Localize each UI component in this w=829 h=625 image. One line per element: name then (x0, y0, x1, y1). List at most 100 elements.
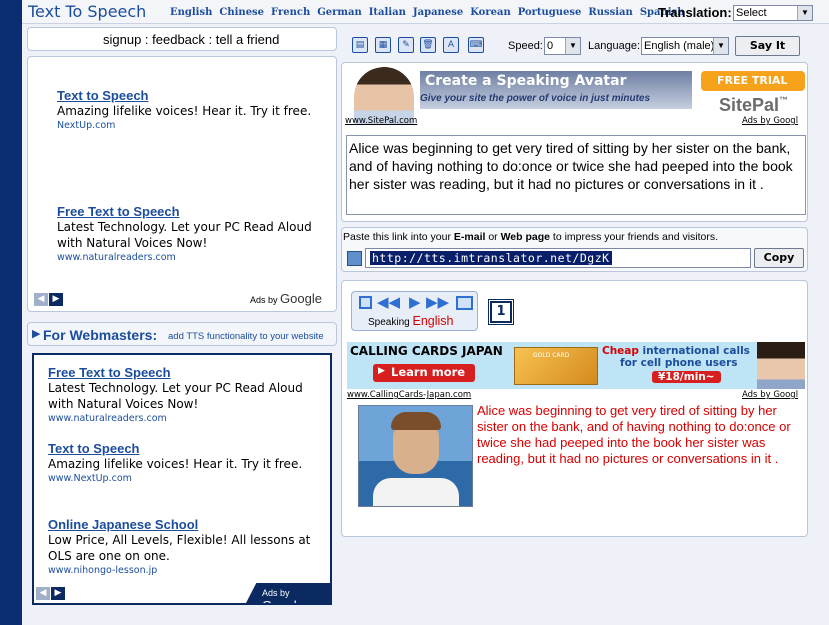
speaking-label-text: Speaking (368, 317, 410, 328)
speed-select[interactable]: 0 ▼ (544, 37, 581, 55)
ads-by-brand: Google (262, 598, 304, 613)
print-icon[interactable]: ▦ (375, 37, 391, 53)
webmasters-title[interactable]: For Webmasters: (43, 327, 157, 343)
next-arrow-icon[interactable]: ▶ (49, 293, 63, 306)
language-label: Language: (588, 40, 640, 52)
top-links[interactable]: signup : feedback : tell a friend (103, 32, 279, 47)
rewind-icon[interactable]: ◀◀ (377, 293, 400, 311)
calling-cards-banner[interactable]: CALLING CARDS JAPAN ▶ Learn more GOLD CA… (347, 342, 805, 389)
ad-title-link[interactable]: Text to Speech (48, 441, 318, 456)
offer-calls: international calls (638, 345, 750, 357)
link-panel: Paste this link into your E-mail or Web … (341, 227, 808, 272)
ad-text: Amazing lifelike voices! Hear it. Try it… (48, 457, 303, 471)
ad-text: Amazing lifelike voices! Hear it. Try it… (57, 104, 312, 118)
clear-icon[interactable]: 🗑 (420, 37, 436, 53)
link-hint-or: or (485, 231, 501, 243)
offer-cheap: Cheap (602, 345, 639, 357)
speed-select-value: 0 (547, 40, 554, 52)
link-hint-email: E-mail (453, 231, 486, 243)
speaking-label: Speaking English (368, 314, 453, 328)
next-arrow-icon[interactable]: ▶ (51, 587, 65, 600)
sitepal-sub: Give your site the power of voice in jus… (420, 93, 651, 104)
say-it-button[interactable]: Say It (735, 36, 800, 56)
learn-more-text: Learn more (391, 365, 466, 379)
ad-url-link[interactable]: www.naturalreaders.com (57, 252, 317, 263)
lang-link-japanese[interactable]: Japanese (413, 7, 463, 18)
calling-cards-offer: Cheap international calls for cell phone… (602, 345, 752, 383)
play-icon[interactable]: ▶ (409, 293, 421, 311)
link-icon (347, 251, 362, 266)
language-select[interactable]: English (male) ▼ (641, 37, 729, 55)
save-icon[interactable]: ▤ (352, 37, 368, 53)
ad-title-link[interactable]: Online Japanese School (48, 517, 318, 532)
prev-arrow-icon[interactable]: ◀ (36, 587, 50, 600)
spell-check-icon[interactable]: ✎ (398, 37, 414, 53)
ads-by-google-tab[interactable]: Ads by Google (246, 583, 332, 603)
app-title: Text To Speech (28, 2, 147, 21)
lang-link-russian[interactable]: Russian (588, 7, 632, 18)
calling-cards-ads-by[interactable]: Ads by Googl (742, 390, 798, 400)
avatar-hair (391, 412, 441, 430)
language-links: English Chinese French German Italian Ja… (170, 7, 684, 18)
calling-cards-url[interactable]: www.CallingCards-Japan.com (347, 390, 471, 400)
lang-link-french[interactable]: French (271, 7, 310, 18)
translation-select[interactable]: Select ▼ (733, 5, 813, 21)
copy-button[interactable]: Copy (754, 248, 804, 268)
language-select-value: English (male) (644, 40, 715, 52)
ads-by-prefix: Ads by (262, 588, 290, 598)
prev-arrow-icon[interactable]: ◀ (34, 293, 48, 306)
sitepal-headline-box: Create a Speaking Avatar Give your site … (420, 71, 692, 109)
stop-icon[interactable] (359, 296, 372, 309)
chevron-down-icon: ▼ (713, 38, 728, 54)
ad-url-link[interactable]: www.NextUp.com (48, 473, 318, 484)
lang-link-portuguese[interactable]: Portuguese (518, 7, 582, 18)
sitepal-logo: SitePal™ (719, 95, 788, 116)
input-textarea[interactable]: Alice was beginning to get very tired of… (346, 135, 806, 215)
sitepal-ads-by[interactable]: Ads by Googl (742, 116, 798, 126)
webmasters-subtitle[interactable]: add TTS functionality to your website (168, 331, 324, 342)
gold-card-image: GOLD CARD (514, 347, 598, 385)
font-size-icon[interactable]: A (443, 37, 459, 53)
keyboard-icon[interactable]: ⌨ (468, 37, 484, 53)
calling-cards-title: CALLING CARDS JAPAN (350, 344, 503, 358)
ads-by-google[interactable]: Ads by Google (250, 291, 322, 306)
ad-pager: ◀ ▶ (36, 587, 65, 600)
lang-link-italian[interactable]: Italian (369, 7, 406, 18)
ad-item: Text to Speech Amazing lifelike voices! … (57, 88, 317, 131)
lang-link-chinese[interactable]: Chinese (219, 7, 264, 18)
ad-url-link[interactable]: www.naturalreaders.com (48, 413, 318, 424)
ad-title-link[interactable]: Free Text to Speech (57, 204, 317, 219)
ads-by-brand: Google (280, 291, 322, 306)
input-panel: Create a Speaking Avatar Give your site … (341, 62, 808, 222)
gold-card-label: GOLD CARD (533, 352, 570, 359)
ad-title-link[interactable]: Text to Speech (57, 88, 317, 103)
woman-phone-image (757, 342, 805, 389)
ads-by-prefix: Ads by (250, 295, 278, 305)
ad-pager: ◀ ▶ (34, 293, 63, 306)
link-hint: Paste this link into your E-mail or Web … (343, 231, 718, 243)
link-hint-pre: Paste this link into your (343, 231, 454, 243)
translation-select-value: Select (736, 7, 767, 19)
sitepal-url-link[interactable]: www.SitePal.com (345, 116, 417, 126)
forward-icon[interactable]: ▶▶ (426, 293, 449, 311)
ad-title-link[interactable]: Free Text to Speech (48, 365, 318, 380)
link-url-field[interactable]: http://tts.imtranslator.net/DgzK (365, 248, 751, 268)
app-frame: Text To Speech English Chinese French Ge… (22, 0, 829, 625)
lang-link-english[interactable]: English (170, 7, 212, 18)
lang-link-korean[interactable]: Korean (470, 7, 511, 18)
player-controls: ◀◀ ▶ ▶▶ Speaking English (351, 291, 478, 331)
page-number-badge[interactable]: 1 (488, 299, 514, 325)
ad-item: Online Japanese School Low Price, All Le… (48, 517, 318, 576)
speaking-language: English (412, 314, 454, 328)
webmasters-bar: ▶ For Webmasters: add TTS functionality … (27, 322, 337, 346)
chevron-down-icon: ▼ (565, 38, 580, 54)
sitepal-headline: Create a Speaking Avatar (425, 73, 627, 89)
sitepal-brand: SitePal (719, 95, 780, 115)
ad-text: Latest Technology. Let your PC Read Alou… (48, 381, 303, 411)
free-trial-text: FREE TRIAL (717, 74, 788, 87)
spoken-text-output: Alice was beginning to get very tired of… (477, 403, 791, 466)
lang-link-german[interactable]: German (317, 7, 362, 18)
popup-icon[interactable] (456, 296, 473, 310)
ad-url-link[interactable]: www.nihongo-lesson.jp (48, 565, 318, 576)
ad-url-link[interactable]: NextUp.com (57, 120, 317, 131)
